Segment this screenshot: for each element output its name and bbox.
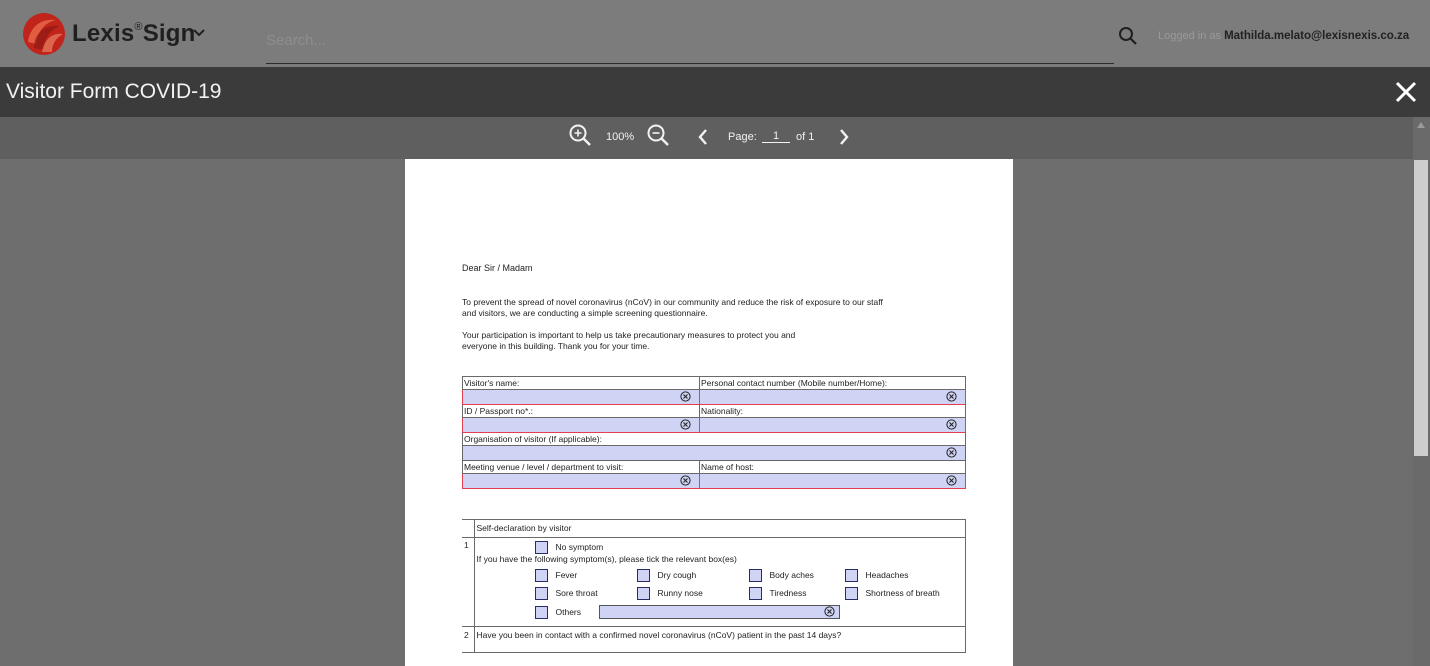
question-1-cell: No symptom If you have the following sym… <box>474 537 966 627</box>
question-number: 1 <box>462 537 475 627</box>
nationality-field[interactable] <box>699 417 966 433</box>
brand-name-sign: Sign <box>142 20 196 47</box>
brand-name-lexis: Lexis <box>72 20 135 47</box>
symptom-row: Sore throat Runny nose Tiredness Shortne… <box>475 584 966 602</box>
id-passport-field[interactable] <box>462 417 700 433</box>
clear-field-icon[interactable] <box>946 391 957 402</box>
symptom-label: Shortness of breath <box>865 588 940 598</box>
clear-field-icon[interactable] <box>680 475 691 486</box>
clear-field-icon[interactable] <box>946 447 957 458</box>
meeting-venue-label: Meeting venue / level / department to vi… <box>462 460 700 474</box>
scrollbar-thumb[interactable] <box>1414 160 1428 456</box>
doc-participation-line: Your participation is important to help … <box>462 330 796 340</box>
symptom-label: Sore throat <box>555 588 598 598</box>
no-symptom-row: No symptom <box>475 540 966 555</box>
symptom-row: Fever Dry cough Body aches Headaches <box>475 566 966 584</box>
contact-number-field[interactable] <box>699 389 966 405</box>
page-title: Visitor Form COVID-19 <box>6 80 222 103</box>
search-icon[interactable] <box>1118 26 1138 46</box>
headaches-checkbox[interactable] <box>844 569 858 583</box>
close-icon[interactable] <box>1393 79 1419 105</box>
others-label: Others <box>555 607 582 617</box>
decl-spacer-cell <box>462 519 475 538</box>
host-name-field[interactable] <box>699 473 966 489</box>
chevron-down-icon[interactable] <box>192 28 206 38</box>
fever-checkbox[interactable] <box>534 569 548 583</box>
others-text-field[interactable] <box>598 605 840 619</box>
meeting-venue-field[interactable] <box>462 473 700 489</box>
page-number-input[interactable]: 1 <box>762 130 790 143</box>
lexis-logo-icon[interactable] <box>22 12 66 56</box>
no-symptom-label: No symptom <box>555 542 604 552</box>
login-prefix: Logged in as <box>1158 30 1221 42</box>
shortness-of-breath-checkbox[interactable] <box>844 587 858 601</box>
document-title-bar: Visitor Form COVID-19 <box>0 67 1430 117</box>
id-passport-label: ID / Passport no*.: <box>462 404 700 418</box>
nationality-label: Nationality: <box>699 404 966 418</box>
others-row: Others <box>475 602 966 622</box>
doc-participation-paragraph: Your participation is important to help … <box>462 330 882 351</box>
login-status: Logged in as Mathilda.melato@lexisnexis.… <box>1158 30 1409 42</box>
scroll-up-icon[interactable] <box>1417 122 1425 128</box>
doc-intro-paragraph: To prevent the spread of novel coronavir… <box>462 297 982 318</box>
page-label: Page: <box>728 131 757 143</box>
organisation-label: Organisation of visitor (If applicable): <box>462 432 966 446</box>
runny-nose-checkbox[interactable] <box>636 587 650 601</box>
search-input[interactable] <box>266 24 1114 56</box>
symptom-prompt: If you have the following symptom(s), pl… <box>476 554 737 564</box>
visitor-name-label: Visitor's name: <box>462 376 700 390</box>
self-declaration-table: Self-declaration by visitor 1 No symptom… <box>462 519 966 653</box>
dry-cough-checkbox[interactable] <box>636 569 650 583</box>
symptom-label: Body aches <box>769 570 814 580</box>
sore-throat-checkbox[interactable] <box>534 587 548 601</box>
document-page: Dear Sir / Madam To prevent the spread o… <box>405 159 1013 666</box>
contact-number-label: Personal contact number (Mobile number/H… <box>699 376 966 390</box>
question-number: 2 <box>462 626 475 653</box>
viewer-toolbar: 100% Page: 1 of 1 <box>0 117 1430 159</box>
no-symptom-checkbox[interactable] <box>534 541 548 555</box>
login-user[interactable]: Mathilda.melato@lexisnexis.co.za <box>1224 30 1409 42</box>
clear-field-icon[interactable] <box>823 606 835 617</box>
symptom-label: Headaches <box>865 570 909 580</box>
symptom-label: Runny nose <box>657 588 703 598</box>
zoom-in-icon[interactable] <box>568 123 592 147</box>
zoom-out-icon[interactable] <box>646 123 670 147</box>
clear-field-icon[interactable] <box>946 475 957 486</box>
previous-page-icon[interactable] <box>697 128 709 146</box>
symptom-label: Dry cough <box>657 570 697 580</box>
decl-header: Self-declaration by visitor <box>473 519 966 538</box>
clear-field-icon[interactable] <box>680 391 691 402</box>
visitor-details-table: Visitor's name: Personal contact number … <box>462 376 966 489</box>
tiredness-checkbox[interactable] <box>748 587 762 601</box>
symptom-label: Fever <box>555 570 578 580</box>
zoom-level: 100% <box>606 131 635 143</box>
brand-mark: ® <box>134 21 143 33</box>
doc-participation-line: everyone in this building. Thank you for… <box>462 340 650 351</box>
app-header: Lexis®Sign Logged in as Mathilda.melato@… <box>0 0 1430 67</box>
host-name-label: Name of host: <box>699 460 966 474</box>
search-field <box>266 24 1114 64</box>
body-aches-checkbox[interactable] <box>748 569 762 583</box>
brand-name[interactable]: Lexis®Sign <box>72 20 195 48</box>
clear-field-icon[interactable] <box>946 419 957 430</box>
question-2-text: Have you been in contact with a confirme… <box>474 626 966 653</box>
doc-greeting: Dear Sir / Madam <box>462 263 533 273</box>
organisation-field[interactable] <box>462 445 966 461</box>
page-total: of 1 <box>796 131 815 143</box>
next-page-icon[interactable] <box>838 128 850 146</box>
doc-intro-line: To prevent the spread of novel coronavir… <box>462 297 883 307</box>
others-checkbox[interactable] <box>534 606 548 620</box>
visitor-name-field[interactable] <box>462 389 700 405</box>
clear-field-icon[interactable] <box>680 419 691 430</box>
symptom-label: Tiredness <box>769 588 807 598</box>
doc-intro-line: and visitors, we are conducting a simple… <box>462 307 708 318</box>
